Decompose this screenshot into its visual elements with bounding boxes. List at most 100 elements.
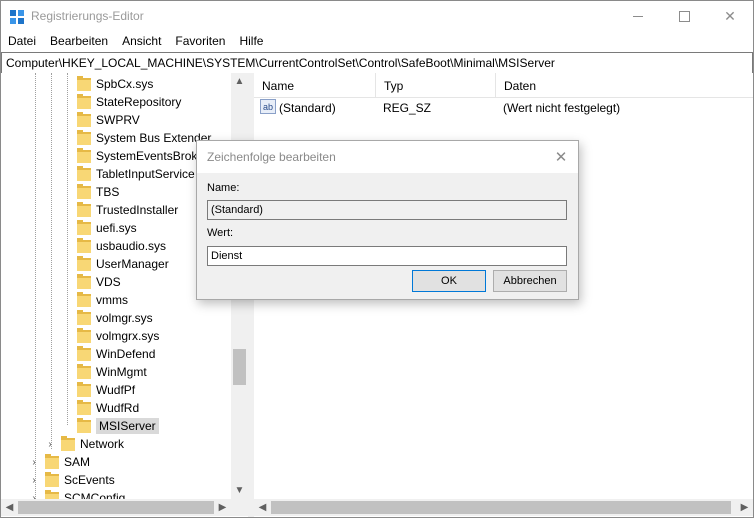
folder-icon [77,237,91,253]
tree-item-label: volmgrx.sys [96,329,160,343]
tree-guide-line [67,73,68,425]
address-path: Computer\HKEY_LOCAL_MACHINE\SYSTEM\Curre… [6,56,555,70]
address-bar[interactable]: Computer\HKEY_LOCAL_MACHINE\SYSTEM\Curre… [1,52,753,74]
tree-item[interactable]: VDS [77,273,121,291]
tree-hscroll-thumb[interactable] [18,501,214,514]
tree-item-label: ScEvents [64,473,115,487]
tree-item-label: WinDefend [96,347,156,361]
tree-item-label: StateRepository [96,95,182,109]
tree-item[interactable]: vmms [77,291,128,309]
folder-icon [77,147,91,163]
folder-icon [77,309,91,325]
column-header-data[interactable]: Daten [496,73,753,97]
tree-horizontal-scrollbar[interactable]: ◀ ▶ [1,499,248,516]
tree-item-label: WudfPf [96,383,136,397]
tree-item-scmconfig[interactable]: › SCMConfig [29,489,125,499]
tree-item-label: MSIServer [96,418,159,434]
column-header-name[interactable]: Name [254,73,376,97]
maximize-button[interactable] [661,1,707,32]
tree-item[interactable]: usbaudio.sys [77,237,166,255]
folder-icon [77,381,91,397]
folder-icon [77,345,91,361]
string-value-icon: ab [260,99,276,114]
tree-item[interactable]: volmgrx.sys [77,327,159,345]
close-icon: ✕ [554,149,568,166]
value-input[interactable]: Dienst [207,246,567,266]
tree-item-label: SWPRV [96,113,140,127]
tree-scroll-thumb[interactable] [233,349,246,385]
tree-item[interactable]: System Bus Extender [77,129,211,147]
scroll-up-icon[interactable]: ▲ [231,73,248,90]
tree-item-label: SystemEventsBroker [96,149,209,163]
folder-icon [77,165,91,181]
menu-help[interactable]: Hilfe [232,32,270,52]
value-type: REG_SZ [383,101,432,115]
tree-item[interactable]: TrustedInstaller [77,201,178,219]
tree-item[interactable]: TBS [77,183,119,201]
tree-item[interactable]: TabletInputService [77,165,195,183]
folder-icon [77,93,91,109]
list-row[interactable]: ab (Standard) REG_SZ (Wert nicht festgel… [254,99,753,117]
tree-item-label: vmms [96,293,128,307]
tree-item-label: VDS [96,275,121,289]
list-hscroll-thumb[interactable] [271,501,731,514]
tree-item-network[interactable]: › Network [45,435,124,453]
tree-item-label: System Bus Extender [96,131,212,145]
name-label: Name: [207,182,240,194]
tree-item[interactable]: SpbCx.sys [77,75,153,93]
folder-icon [45,489,59,499]
menu-bar: Datei Bearbeiten Ansicht Favoriten Hilfe [1,32,753,52]
dialog-title-bar[interactable]: Zeichenfolge bearbeiten ✕ [197,141,578,173]
tree-item-label: SCMConfig [64,491,126,499]
tree-item-label: SpbCx.sys [96,77,154,91]
menu-edit[interactable]: Bearbeiten [43,32,115,52]
tree-item[interactable]: WinDefend [77,345,155,363]
folder-icon [77,201,91,217]
title-bar[interactable]: Registrierungs-Editor ✕ [1,1,753,32]
list-horizontal-scrollbar[interactable]: ◀ ▶ [254,499,753,516]
minimize-button[interactable] [615,1,661,32]
name-field: (Standard) [207,200,567,220]
close-button[interactable]: ✕ [707,1,753,32]
dialog-close-button[interactable]: ✕ [548,145,574,169]
menu-favorites[interactable]: Favoriten [168,32,232,52]
dialog-title: Zeichenfolge bearbeiten [207,150,336,164]
tree-item-label: UserManager [96,257,169,271]
folder-icon [77,327,91,343]
column-header-type[interactable]: Typ [376,73,496,97]
tree-item[interactable]: volmgr.sys [77,309,153,327]
tree-item[interactable]: StateRepository [77,93,181,111]
regedit-app-icon [10,10,24,24]
scroll-right-icon[interactable]: ▶ [214,499,231,516]
tree-item[interactable]: MSIServer [77,417,159,435]
tree-item-scevents[interactable]: › ScEvents [29,471,115,489]
maximize-icon [678,11,690,22]
tree-item-label: TabletInputService [96,167,195,181]
scroll-left-icon[interactable]: ◀ [1,499,18,516]
tree-item-sam[interactable]: › SAM [29,453,90,471]
chevron-right-icon[interactable]: › [29,475,39,486]
minimize-icon [633,16,643,17]
scroll-down-icon[interactable]: ▼ [231,482,248,499]
folder-icon [77,111,91,127]
cancel-button[interactable]: Abbrechen [493,270,567,292]
value-data: (Wert nicht festgelegt) [503,101,621,115]
scroll-left-icon[interactable]: ◀ [254,499,271,516]
tree-item[interactable]: SWPRV [77,111,140,129]
tree-item-label: TBS [96,185,120,199]
chevron-right-icon[interactable]: › [29,457,39,468]
edit-string-dialog: Zeichenfolge bearbeiten ✕ Name: (Standar… [196,140,579,300]
tree-item[interactable]: UserManager [77,255,169,273]
regedit-window: Registrierungs-Editor ✕ Datei Bearbeiten… [0,0,754,518]
tree-item[interactable]: uefi.sys [77,219,137,237]
menu-file[interactable]: Datei [1,32,43,52]
tree-item[interactable]: WinMgmt [77,363,147,381]
chevron-right-icon[interactable]: › [45,439,55,450]
menu-view[interactable]: Ansicht [115,32,168,52]
tree-item-label: Network [80,437,125,451]
tree-item[interactable]: SystemEventsBroker [77,147,208,165]
ok-button[interactable]: OK [412,270,486,292]
tree-item[interactable]: WudfRd [77,399,139,417]
tree-item[interactable]: WudfPf [77,381,135,399]
scroll-right-icon[interactable]: ▶ [736,499,753,516]
